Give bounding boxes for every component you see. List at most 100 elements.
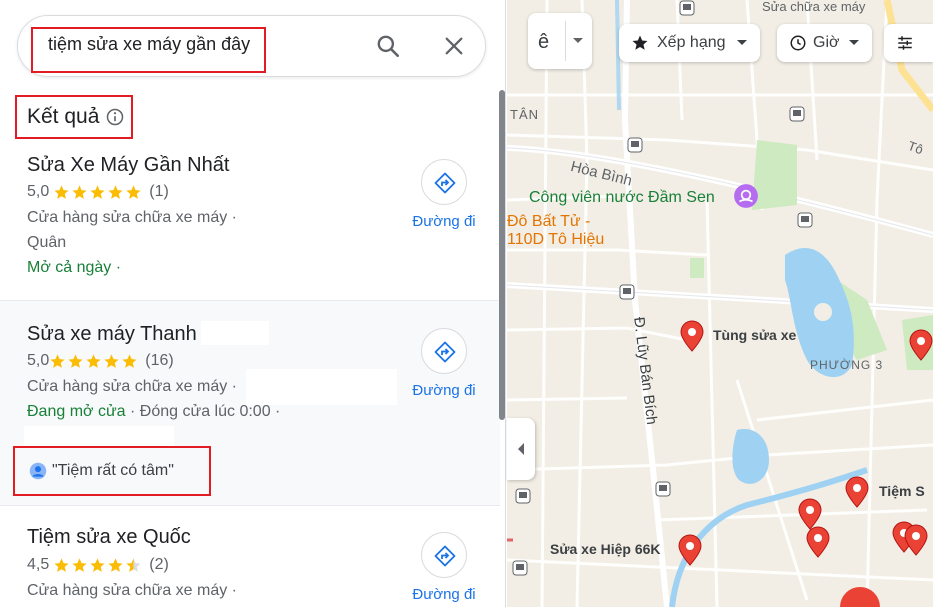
star-icon [108, 184, 123, 199]
star-icon [632, 35, 648, 50]
result-pin-icon[interactable] [677, 534, 703, 566]
water-park-icon[interactable] [733, 183, 759, 209]
map-label-district: TÂN [510, 107, 539, 122]
results-panel: tiệm sửa xe máy gần đây Kết quả Sửa Xe M… [0, 0, 506, 607]
result-category: Cửa hàng sửa chữa xe máy · [27, 209, 237, 226]
directions-icon [434, 545, 456, 567]
result-name[interactable]: Sửa Xe Máy Gần Nhất [27, 154, 229, 177]
map-label-temple-1[interactable]: Đô Bất Tử - [507, 213, 590, 231]
redaction-block [201, 321, 269, 345]
rating-value: 5,0 [27, 352, 50, 369]
directions-button[interactable]: Đường đi [412, 328, 476, 399]
directions-circle[interactable] [421, 532, 467, 578]
hours-detail: · Đóng cửa lúc 0:00 · [125, 403, 281, 420]
language-divider [565, 21, 566, 61]
hours-filter-chip[interactable]: Giờ [777, 24, 872, 62]
bus-stop-icon[interactable] [797, 212, 813, 228]
star-rating [53, 557, 143, 574]
rating-row: 4,5 (2) [27, 556, 169, 574]
map-base [507, 0, 933, 607]
star-icon [126, 557, 141, 572]
bus-stop-icon[interactable] [619, 284, 635, 300]
map-label-ward: PHƯỜNG 3 [810, 358, 884, 372]
rating-filter-chip[interactable]: Xếp hạng [619, 24, 760, 62]
directions-icon [434, 341, 456, 363]
rating-value: 5,0 [27, 183, 50, 200]
language-toggle[interactable]: ê [528, 13, 592, 69]
rating-filter-label: Xếp hạng [657, 34, 726, 51]
star-icon [54, 184, 69, 199]
bus-stop-icon[interactable] [627, 137, 643, 153]
star-icon [108, 557, 123, 572]
filters-icon [898, 36, 912, 50]
result-card-3[interactable]: Tiệm sửa xe Quốc 4,5 (2) Cửa hàng sửa ch… [0, 506, 500, 607]
star-icon [50, 353, 65, 368]
chevron-down-icon[interactable] [572, 37, 584, 45]
directions-circle[interactable] [421, 159, 467, 205]
map-label-tiem-shop[interactable]: Tiệm S [879, 483, 925, 499]
result-address: Quân [27, 234, 67, 251]
star-icon [86, 353, 101, 368]
redaction-block [24, 426, 174, 446]
review-count[interactable]: (2) [149, 556, 169, 574]
bus-stop-icon[interactable] [789, 106, 805, 122]
directions-circle[interactable] [421, 328, 467, 374]
directions-label[interactable]: Đường đi [412, 382, 476, 399]
collapse-panel-button[interactable] [507, 418, 535, 480]
review-snippet: "Tiệm rất có tâm" [52, 462, 174, 479]
clock-icon [790, 35, 806, 51]
review-count[interactable]: (16) [145, 352, 173, 370]
rating-row: 5,0 (16) [27, 352, 174, 370]
rating-row: 5,0 (1) [27, 183, 169, 201]
directions-label[interactable]: Đường đi [412, 213, 476, 230]
map-label-park[interactable]: Công viên nước Đầm Sen [529, 189, 715, 207]
more-filters-chip[interactable] [884, 24, 933, 62]
chevron-down-icon [848, 40, 859, 45]
result-card-1[interactable]: Sửa Xe Máy Gần Nhất 5,0 (1) Cửa hàng sửa… [0, 0, 500, 300]
bus-stop-icon[interactable] [515, 488, 531, 504]
directions-button[interactable]: Đường đi [412, 532, 476, 603]
result-name[interactable]: Sửa xe máy Thanh [27, 323, 197, 346]
map-canvas[interactable]: Sửa chữa xe máy TÂN Hòa Bình Công viên n… [507, 0, 933, 607]
result-pin-icon[interactable] [908, 329, 933, 361]
star-icon [72, 184, 87, 199]
chevron-down-icon [736, 40, 747, 45]
result-pin-icon[interactable] [805, 526, 831, 558]
star-rating [53, 184, 143, 201]
star-icon [104, 353, 119, 368]
bus-stop-icon[interactable] [512, 560, 528, 576]
result-category: Cửa hàng sửa chữa xe máy · [27, 582, 237, 599]
hours-status: Mở cả ngày · [27, 259, 122, 276]
bus-stop-icon[interactable] [679, 0, 695, 16]
star-icon [54, 557, 69, 572]
avatar-icon [29, 462, 47, 480]
result-category: Cửa hàng sửa chữa xe máy · [27, 378, 237, 395]
hours-row: Đang mở cửa · Đóng cửa lúc 0:00 · [27, 403, 280, 421]
result-name[interactable]: Tiệm sửa xe Quốc [27, 526, 191, 549]
result-pin-icon[interactable] [903, 524, 929, 556]
star-icon [90, 557, 105, 572]
star-icon [72, 557, 87, 572]
map-label-tung-shop[interactable]: Tùng sửa xe [713, 327, 796, 343]
review-count[interactable]: (1) [149, 183, 169, 201]
map-label-street: Sửa chữa xe máy [762, 0, 866, 14]
bus-stop-icon[interactable] [655, 481, 671, 497]
map-label-hiep-shop[interactable]: Sửa xe Hiệp 66K [550, 541, 661, 557]
star-icon [122, 353, 137, 368]
star-icon [126, 184, 141, 199]
hours-filter-label: Giờ [813, 34, 840, 51]
result-pin-icon[interactable] [844, 476, 870, 508]
star-icon [90, 184, 105, 199]
star-rating [49, 353, 139, 370]
directions-button[interactable]: Đường đi [412, 159, 476, 230]
star-icon [68, 353, 83, 368]
directions-icon [434, 172, 456, 194]
chevron-left-icon [518, 443, 524, 455]
scrollbar-thumb[interactable] [499, 90, 505, 420]
map-label-temple-2[interactable]: 110D Tô Hiệu [507, 231, 604, 249]
result-pin-icon[interactable] [679, 320, 705, 352]
directions-label[interactable]: Đường đi [412, 586, 476, 603]
redaction-block [246, 369, 397, 405]
rating-value: 4,5 [27, 556, 50, 573]
hours-status: Đang mở cửa [27, 403, 126, 420]
